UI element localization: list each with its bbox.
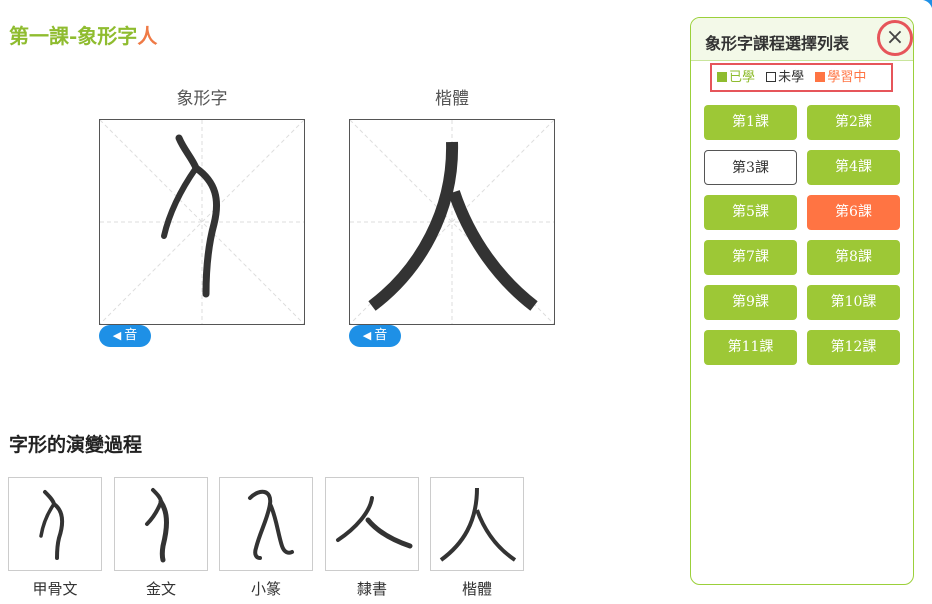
evolution-item: 隸書 [325,477,419,599]
lesson-button-12[interactable]: 第12課 [807,330,900,365]
evolution-label: 甲骨文 [32,580,78,598]
lesson-button-5[interactable]: 第5課 [704,195,797,230]
evolution-label: 隸書 [356,580,387,598]
evolution-label: 楷體 [461,580,492,598]
lesson-button-11[interactable]: 第11課 [704,330,797,365]
status-legend: 已學 未學 學習中 [710,63,893,92]
lesson-button-8[interactable]: 第8課 [807,240,900,275]
evolution-item: 甲骨文 [8,477,102,599]
pictograph-glyph [161,134,220,298]
pictograph-grid [99,119,305,325]
small-seal-glyph [219,477,313,571]
clerical-script-glyph [325,477,419,571]
regular-script-glyph [368,141,538,311]
close-icon: × [885,25,905,50]
legend-item-current: 學習中 [815,70,866,85]
lesson-button-7[interactable]: 第7課 [704,240,797,275]
audio-button[interactable]: ◀ 音 [349,325,401,347]
lesson-button-4[interactable]: 第4課 [807,150,900,185]
lesson-sidebar: 象形字課程選擇列表 × 已學 未學 學習中 第1課 第2課 第3課 第4課 第5… [690,17,914,585]
evolution-title: 字形的演變過程 [9,434,143,456]
audio-button[interactable]: ◀ 音 [99,325,151,347]
sidebar-title: 象形字課程選擇列表 [705,34,850,53]
page-title: 第一課-象形字人 [9,24,158,48]
pictograph-label: 象形字 [176,89,228,109]
speaker-icon: ◀ [112,329,122,342]
oracle-bone-glyph [8,477,102,571]
evolution-item: 楷體 [430,477,524,599]
regular-script-small-glyph [430,477,524,571]
evolution-item: 小篆 [219,477,313,599]
corner-decoration [923,0,932,8]
lesson-button-2[interactable]: 第2課 [807,105,900,140]
close-button[interactable]: × [877,20,913,56]
lesson-button-9[interactable]: 第9課 [704,285,797,320]
lesson-button-10[interactable]: 第10課 [807,285,900,320]
title-character: 人 [137,24,158,48]
legend-swatch [815,72,826,82]
lesson-button-3[interactable]: 第3課 [704,150,797,185]
bronze-script-glyph [114,477,208,571]
evolution-label: 小篆 [250,580,281,598]
legend-item-done: 已學 [717,70,755,85]
lesson-button-1[interactable]: 第1課 [704,105,797,140]
legend-swatch [717,72,727,82]
legend-swatch [766,72,777,82]
lesson-button-6[interactable]: 第6課 [807,195,900,230]
speaker-icon: ◀ [362,329,372,342]
evolution-label: 金文 [145,580,176,598]
evolution-item: 金文 [114,477,208,599]
regular-script-grid [349,119,555,325]
regular-script-label: 楷體 [435,89,469,109]
legend-item-todo: 未學 [766,70,804,85]
